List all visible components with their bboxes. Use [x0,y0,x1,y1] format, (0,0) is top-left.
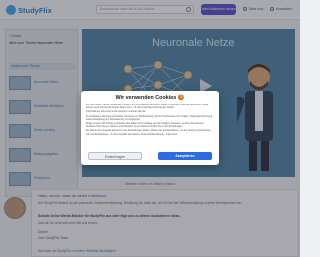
accept-button[interactable]: Akzeptieren [158,152,212,160]
dialog-title: Wir verwenden Cookies 🍪 [115,95,185,101]
settings-button[interactable]: Einstellungen [88,152,142,160]
consent-paragraph: Wir und unsere Partner verwenden Cookies… [86,104,209,110]
consent-paragraph: Einige unserer 154 Partner verarbeiten I… [86,123,204,129]
consent-paragraph: Personalisierte Werbung und Inhalte, Mes… [86,115,213,121]
dialog-body: Wir und unsere Partner verwenden Cookies… [86,104,214,142]
cookie-consent-dialog: Wir verwenden Cookies 🍪 Wir und unsere P… [81,91,219,165]
consent-paragraph: Sie können Ihre Auswahl jederzeit in den… [86,130,212,136]
consent-paragraph: Informationen auf einem Gerät speichern … [86,111,146,114]
